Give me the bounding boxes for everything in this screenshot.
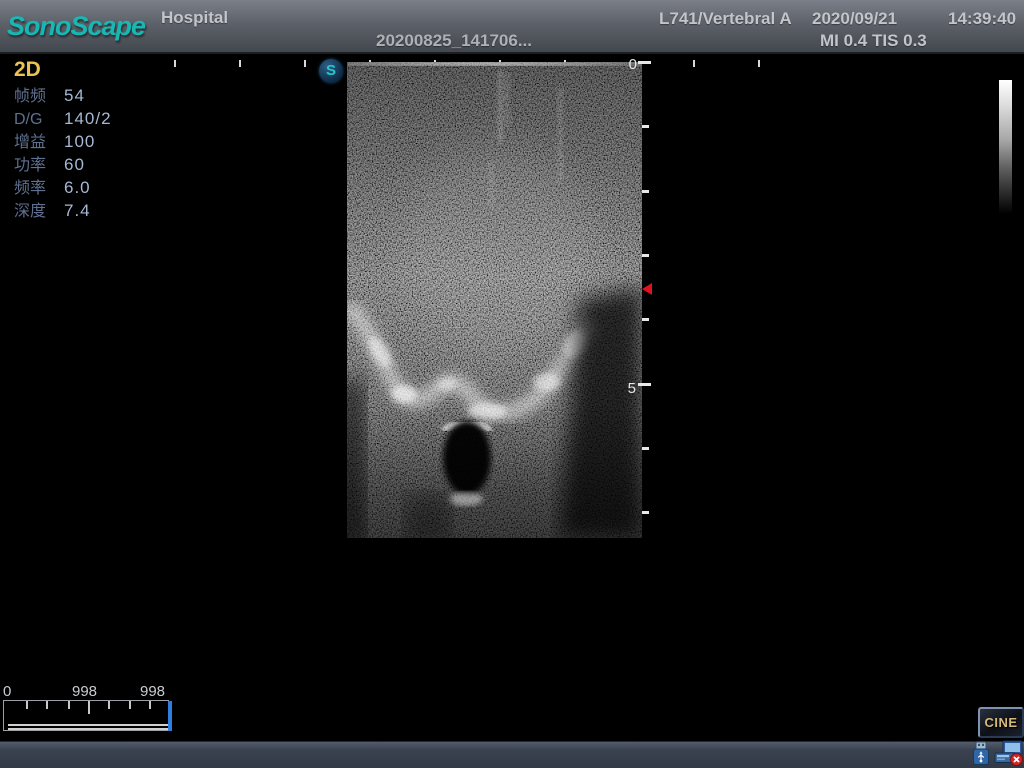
cine-ruler-tick <box>108 701 110 709</box>
param-label: D/G <box>14 108 64 131</box>
cine-button[interactable]: CINE <box>978 707 1024 738</box>
depth-ruler-tick <box>638 383 651 386</box>
depth-label-0: 0 <box>625 56 637 73</box>
ruler-tick <box>239 60 241 67</box>
exam-time: 14:39:40 <box>948 9 1016 29</box>
param-row: D/G140/2 <box>14 107 154 130</box>
cine-ruler-tick <box>129 701 131 709</box>
cine-ruler-tick <box>26 701 28 709</box>
hospital-name: Hospital <box>161 8 228 28</box>
exam-id: 20200825_141706... <box>376 31 532 51</box>
cine-ruler-tick <box>68 701 70 709</box>
usb-drive-icon[interactable] <box>971 741 991 766</box>
cine-ruler-tick <box>149 701 151 709</box>
param-value: 140/2 <box>64 109 112 128</box>
ruler-tick <box>304 60 306 67</box>
depth-label-5: 5 <box>624 380 636 397</box>
exam-date: 2020/09/21 <box>812 9 897 29</box>
focus-position-marker[interactable] <box>642 283 652 295</box>
param-row: 功率60 <box>14 153 154 176</box>
mode-label-2d: 2D <box>14 58 41 82</box>
depth-ruler-tick <box>638 61 651 64</box>
depth-ruler-tick <box>642 125 649 128</box>
ruler-tick <box>693 60 695 67</box>
depth-ruler-tick <box>642 511 649 514</box>
param-label: 深度 <box>14 200 64 223</box>
probe-preset: L741/Vertebral A <box>659 9 792 29</box>
cine-scrub-bar[interactable] <box>3 700 169 731</box>
cine-ruler-tick <box>46 701 48 709</box>
param-row: 帧频54 <box>14 84 154 107</box>
param-value: 100 <box>64 132 95 151</box>
param-row: 增益100 <box>14 130 154 153</box>
depth-ruler-tick <box>642 254 649 257</box>
network-offline-icon[interactable] <box>994 740 1024 767</box>
cine-start-frame: 0 <box>3 683 11 700</box>
param-value: 60 <box>64 155 85 174</box>
ruler-tick <box>174 60 176 67</box>
bottom-status-bar <box>0 741 1024 768</box>
cine-position-cursor[interactable] <box>168 701 172 731</box>
ruler-tick <box>758 60 760 67</box>
sonoscape-logo: SonoScape <box>7 11 145 42</box>
param-value: 54 <box>64 86 85 105</box>
grayscale-bar <box>999 80 1012 214</box>
param-label: 频率 <box>14 177 64 200</box>
param-label: 帧频 <box>14 85 64 108</box>
depth-ruler-tick <box>642 318 649 321</box>
param-row: 频率6.0 <box>14 176 154 199</box>
top-bar: SonoScape Hospital 20200825_141706... L7… <box>0 0 1024 54</box>
depth-ruler-tick <box>642 447 649 450</box>
param-rows: 帧频54D/G140/2增益100功率60频率6.0深度7.4 <box>14 84 154 222</box>
param-label: 功率 <box>14 154 64 177</box>
cine-current-frame: 998 <box>72 683 97 700</box>
depth-ruler-tick <box>642 190 649 193</box>
probe-orientation-marker: S <box>319 59 343 83</box>
param-label: 增益 <box>14 131 64 154</box>
cine-ruler-tick <box>88 701 90 714</box>
acoustic-indices: MI 0.4 TIS 0.3 <box>820 31 927 51</box>
ultrasound-image[interactable] <box>347 62 642 538</box>
cine-total-frames: 998 <box>140 683 165 700</box>
cine-track-line <box>8 728 172 730</box>
param-value: 6.0 <box>64 178 91 197</box>
ultrasound-console-screen: SonoScape Hospital 20200825_141706... L7… <box>0 0 1024 768</box>
cine-track-line <box>8 724 172 726</box>
param-value: 7.4 <box>64 201 91 220</box>
param-row: 深度7.4 <box>14 199 154 222</box>
